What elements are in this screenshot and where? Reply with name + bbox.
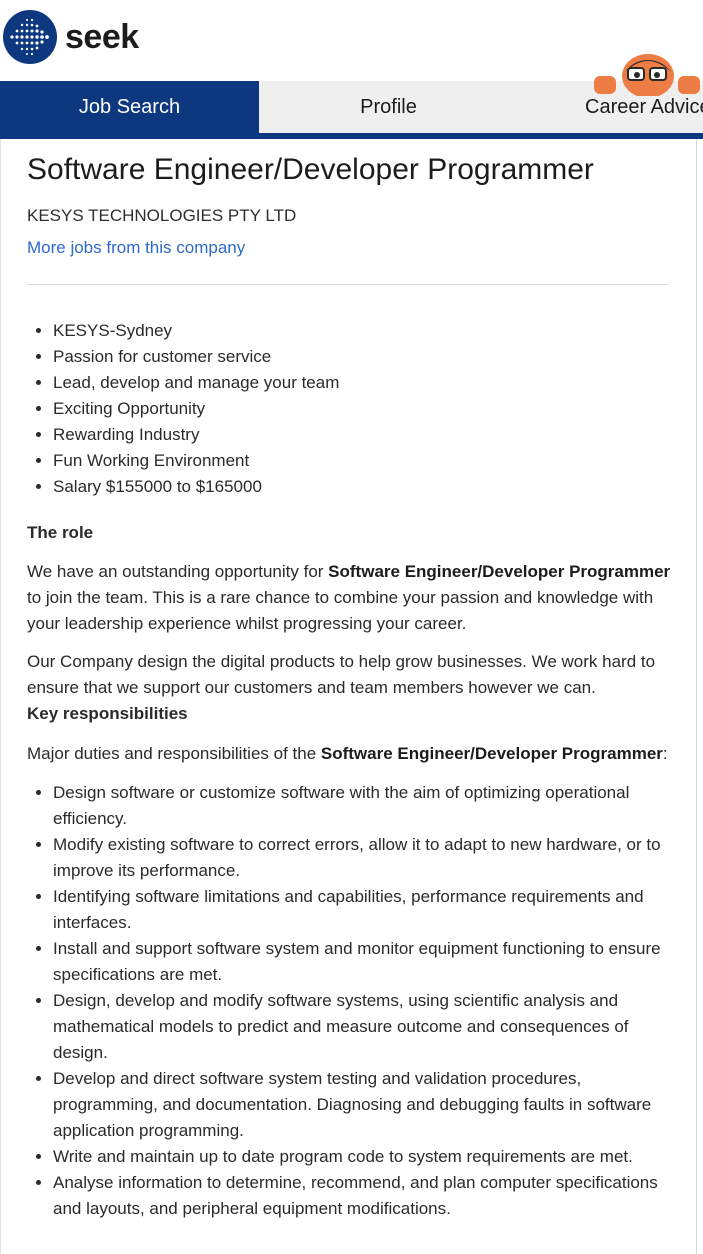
role-paragraph-text: We have an outstanding opportunity for — [27, 562, 329, 581]
key-responsibilities-heading: Key responsibilities — [27, 704, 188, 723]
highlight-item: Exciting Opportunity — [53, 396, 672, 422]
duty-item: Write and maintain up to date program co… — [53, 1144, 672, 1170]
highlight-item: Salary $155000 to $165000 — [53, 474, 672, 500]
duty-item: Install and support software system and … — [53, 936, 672, 988]
duties-intro-bold: Software Engineer/Developer Programmer — [320, 744, 663, 763]
more-jobs-link[interactable]: More jobs from this company — [27, 238, 245, 258]
highlight-item: Fun Working Environment — [53, 448, 672, 474]
duty-item: Design software or customize software wi… — [53, 780, 672, 832]
seek-logo[interactable]: seek — [3, 10, 139, 64]
company-name: KESYS TECHNOLOGIES PTY LTD — [27, 206, 297, 225]
role-heading: The role — [27, 523, 94, 542]
divider — [27, 284, 668, 285]
duty-item: Analyse information to determine, recomm… — [53, 1170, 672, 1222]
tab-job-search[interactable]: Job Search — [0, 81, 259, 133]
company-paragraph-text: Our Company design the digital products … — [27, 652, 656, 697]
seek-logo-text: seek — [65, 18, 139, 56]
duty-item: Develop and direct software system testi… — [53, 1066, 672, 1144]
duty-item: Design, develop and modify software syst… — [53, 988, 672, 1066]
seek-logo-icon — [3, 10, 57, 64]
highlight-item: Passion for customer service — [53, 344, 672, 370]
duties-intro-text: : — [662, 744, 668, 763]
duties-intro: Major duties and responsibilities of the… — [27, 741, 672, 767]
company-paragraph: Our Company design the digital products … — [27, 649, 672, 727]
job-title: Software Engineer/Developer Programmer — [27, 153, 594, 186]
peeking-mascot-icon — [594, 54, 700, 96]
highlight-item: Rewarding Industry — [53, 422, 672, 448]
highlight-item: KESYS-Sydney — [53, 318, 672, 344]
highlights-list: KESYS-Sydney Passion for customer servic… — [27, 318, 672, 500]
duty-item: Identifying software limitations and cap… — [53, 884, 672, 936]
role-paragraph-bold: Software Engineer/Developer Programmer — [328, 562, 671, 581]
job-description: KESYS-Sydney Passion for customer servic… — [27, 318, 672, 1222]
tab-profile[interactable]: Profile — [259, 81, 518, 133]
duties-intro-text: Major duties and responsibilities of the — [27, 744, 321, 763]
role-paragraph-text: to join the team. This is a rare chance … — [27, 588, 654, 633]
duties-list: Design software or customize software wi… — [27, 780, 672, 1222]
role-paragraph: We have an outstanding opportunity for S… — [27, 559, 672, 637]
highlight-item: Lead, develop and manage your team — [53, 370, 672, 396]
duty-item: Modify existing software to correct erro… — [53, 832, 672, 884]
